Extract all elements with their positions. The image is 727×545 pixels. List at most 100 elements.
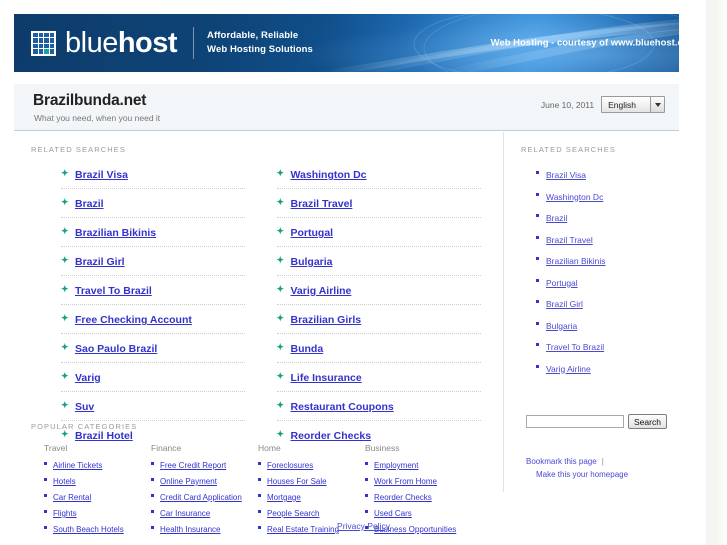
list-item[interactable]: Employment [365, 459, 472, 471]
sidebar-related-link[interactable]: Brazil Travel [546, 235, 593, 245]
list-item[interactable]: Washington Dc [536, 190, 693, 203]
language-select[interactable]: English [601, 96, 665, 113]
list-item[interactable]: ✦ Brazilian Bikinis [61, 226, 245, 247]
category-link[interactable]: Reorder Checks [374, 493, 432, 502]
make-homepage-link[interactable]: Make this your homepage [536, 470, 628, 479]
list-item[interactable]: Brazil Travel [536, 233, 693, 246]
related-search-link[interactable]: Portugal [291, 227, 334, 239]
search-input[interactable] [526, 415, 624, 428]
list-item[interactable]: ✦ Life Insurance [276, 371, 481, 392]
related-search-link[interactable]: Varig [75, 372, 101, 384]
list-item[interactable]: Mortgage [258, 491, 365, 503]
privacy-policy-link[interactable]: Privacy Policy [337, 521, 390, 531]
list-item[interactable]: Car Rental [44, 491, 151, 503]
title-strip: Brazilbunda.net What you need, when you … [14, 84, 679, 131]
bookmark-row: Bookmark this page | [526, 455, 628, 468]
related-search-link[interactable]: Free Checking Account [75, 314, 192, 326]
list-item[interactable]: ✦ Washington Dc [276, 168, 481, 189]
list-item[interactable]: Brazil Girl [536, 297, 693, 310]
related-search-link[interactable]: Brazilian Bikinis [75, 227, 156, 239]
category-link[interactable]: Free Credit Report [160, 461, 226, 470]
list-item[interactable]: ✦ Brazil Visa [61, 168, 245, 189]
category-link[interactable]: Mortgage [267, 493, 301, 502]
category-heading: Finance [151, 443, 182, 453]
sidebar-related-link[interactable]: Brazilian Bikinis [546, 256, 606, 266]
category-heading: Travel [44, 443, 68, 453]
banner-divider [193, 27, 195, 59]
sidebar-related-link[interactable]: Varig Airline [546, 364, 591, 374]
tagline-line-1: Affordable, Reliable [207, 30, 299, 41]
related-search-link[interactable]: Brazil [75, 198, 104, 210]
list-item[interactable]: Portugal [536, 276, 693, 289]
list-item[interactable]: Reorder Checks [365, 491, 472, 503]
list-item[interactable]: Bulgaria [536, 319, 693, 332]
list-item[interactable]: ✦ Free Checking Account [61, 313, 245, 334]
sidebar-related-link[interactable]: Brazil [546, 213, 567, 223]
related-search-link[interactable]: Washington Dc [291, 169, 367, 181]
category-link[interactable]: Work From Home [374, 477, 437, 486]
list-item[interactable]: Credit Card Application [151, 491, 258, 503]
sidebar-related-link[interactable]: Brazil Visa [546, 170, 586, 180]
list-item[interactable]: ✦ Bulgaria [276, 255, 481, 276]
list-item[interactable]: Free Credit Report [151, 459, 258, 471]
list-item[interactable]: Varig Airline [536, 362, 693, 375]
list-item[interactable]: ✦ Brazil Travel [276, 197, 481, 218]
list-item[interactable]: ✦ Varig [61, 371, 245, 392]
sidebar-related-link[interactable]: Portugal [546, 278, 578, 288]
list-item[interactable]: ✦ Portugal [276, 226, 481, 247]
bookmark-page-link[interactable]: Bookmark this page [526, 457, 597, 466]
sidebar-related-link[interactable]: Brazil Girl [546, 299, 583, 309]
star-bullet-icon: ✦ [61, 400, 69, 410]
list-item[interactable]: ✦ Varig Airline [276, 284, 481, 305]
list-item[interactable]: Brazilian Bikinis [536, 254, 693, 267]
list-item[interactable]: Foreclosures [258, 459, 365, 471]
category-link[interactable]: Houses For Sale [267, 477, 327, 486]
chevron-down-icon[interactable] [651, 97, 664, 112]
category-link[interactable]: Hotels [53, 477, 76, 486]
list-item[interactable]: ✦ Brazil Girl [61, 255, 245, 276]
category-heading: Home [258, 443, 281, 453]
list-item[interactable]: ✦ Sao Paulo Brazil [61, 342, 245, 363]
search-button[interactable]: Search [628, 414, 667, 429]
category-link[interactable]: Car Rental [53, 493, 91, 502]
related-search-link[interactable]: Bunda [291, 343, 324, 355]
list-item[interactable]: ✦ Travel To Brazil [61, 284, 245, 305]
bluehost-banner: bluehost Affordable, Reliable Web Hostin… [14, 14, 713, 72]
grid-logo-icon [31, 30, 56, 56]
sidebar-related-link[interactable]: Washington Dc [546, 192, 603, 202]
list-item[interactable]: Hotels [44, 475, 151, 487]
sidebar-related-link[interactable]: Bulgaria [546, 321, 577, 331]
related-search-link[interactable]: Brazil Travel [291, 198, 353, 210]
list-item[interactable]: Brazil [536, 211, 693, 224]
related-search-link[interactable]: Sao Paulo Brazil [75, 343, 157, 355]
related-search-link[interactable]: Brazilian Girls [291, 314, 362, 326]
related-search-link[interactable]: Life Insurance [291, 372, 362, 384]
category-link[interactable]: Credit Card Application [160, 493, 242, 502]
page-root: bluehost Affordable, Reliable Web Hostin… [0, 0, 727, 545]
related-search-link[interactable]: Varig Airline [291, 285, 352, 297]
category-link[interactable]: Online Payment [160, 477, 217, 486]
related-search-link[interactable]: Bulgaria [291, 256, 333, 268]
bluehost-logo[interactable]: bluehost [14, 28, 178, 58]
category-heading: Business [365, 443, 400, 453]
list-item[interactable]: Houses For Sale [258, 475, 365, 487]
list-item[interactable]: ✦ Brazil [61, 197, 245, 218]
related-search-link[interactable]: Travel To Brazil [75, 285, 152, 297]
sidebar-related-heading: RELATED SEARCHES [521, 145, 616, 154]
list-item[interactable]: ✦ Bunda [276, 342, 481, 363]
category-link[interactable]: Employment [374, 461, 418, 470]
related-search-link[interactable]: Brazil Visa [75, 169, 128, 181]
list-item[interactable]: ✦ Brazilian Girls [276, 313, 481, 334]
related-search-link[interactable]: Brazil Girl [75, 256, 125, 268]
banner-courtesy-text: Web Hosting - courtesy of www.bluehost.c… [490, 37, 697, 49]
date-label: June 10, 2011 [540, 99, 595, 110]
sidebar-related-link[interactable]: Travel To Brazil [546, 342, 604, 352]
category-link[interactable]: Foreclosures [267, 461, 313, 470]
list-item[interactable]: Online Payment [151, 475, 258, 487]
list-item[interactable]: Airline Tickets [44, 459, 151, 471]
list-item[interactable]: Work From Home [365, 475, 472, 487]
list-item[interactable]: Brazil Visa [536, 168, 693, 181]
category-link[interactable]: Airline Tickets [53, 461, 102, 470]
title-meta: June 10, 2011 English [541, 96, 665, 113]
list-item[interactable]: Travel To Brazil [536, 340, 693, 353]
